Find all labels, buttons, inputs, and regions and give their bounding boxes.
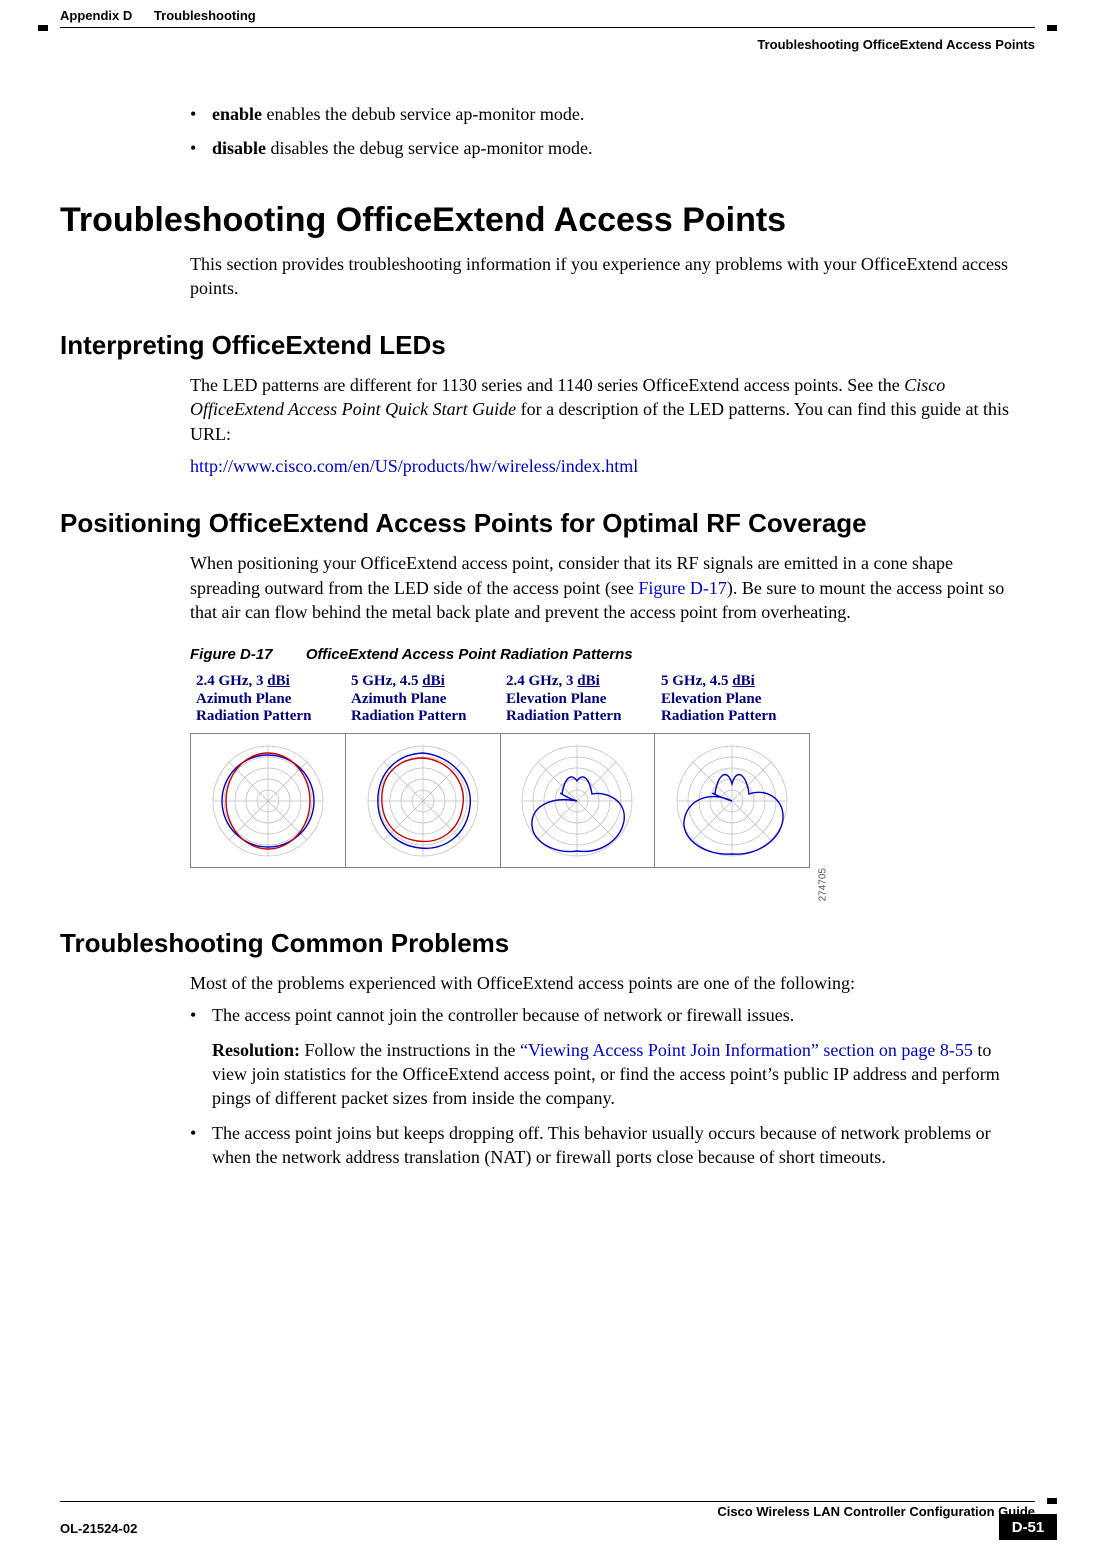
polar-chart-icon	[667, 736, 797, 866]
footer-rule	[60, 1501, 1035, 1502]
header-appendix: Appendix D Troubleshooting	[60, 8, 1035, 23]
appendix-label: Appendix D	[60, 8, 132, 23]
figure-column-header: 5 GHz, 4.5 dBi Azimuth Plane Radiation P…	[345, 669, 500, 733]
external-url-link[interactable]: http://www.cisco.com/en/US/products/hw/w…	[190, 456, 638, 476]
h2a-body: The LED patterns are different for 1130 …	[190, 373, 1015, 478]
section-heading-h2: Troubleshooting Common Problems	[60, 928, 1035, 959]
h2c-body: Most of the problems experienced with Of…	[190, 971, 1015, 1169]
text-underline: dBi	[267, 673, 290, 689]
polar-chart-icon	[358, 736, 488, 866]
text: Follow the instructions in the	[300, 1040, 520, 1060]
text: The LED patterns are different for 1130 …	[190, 375, 904, 395]
text: 5 GHz, 4.5	[351, 673, 422, 689]
running-head: Troubleshooting OfficeExtend Access Poin…	[60, 37, 1035, 52]
list-item: The access point joins but keeps droppin…	[190, 1121, 1015, 1170]
term: enable	[212, 104, 262, 124]
url-line: http://www.cisco.com/en/US/products/hw/w…	[190, 454, 1015, 478]
text-underline: dBi	[732, 673, 755, 689]
h2b-body: When positioning your OfficeExtend acces…	[190, 551, 1015, 868]
paragraph: The LED patterns are different for 1130 …	[190, 373, 1015, 446]
text: Elevation Plane	[661, 691, 761, 707]
list-item: disable disables the debug service ap-mo…	[190, 136, 1015, 160]
figure-header-row: 2.4 GHz, 3 dBi Azimuth Plane Radiation P…	[190, 669, 810, 733]
header-mark-right	[1047, 25, 1057, 31]
text: Radiation Pattern	[661, 708, 776, 724]
figure-plot-row: 274705	[190, 733, 810, 868]
list-item: enable enables the debub service ap-moni…	[190, 102, 1015, 126]
section-heading-h2: Interpreting OfficeExtend LEDs	[60, 330, 1035, 361]
figure-label: Figure D-17	[190, 646, 273, 663]
polar-plot-elevation-5ghz	[655, 733, 810, 868]
polar-chart-icon	[203, 736, 333, 866]
term: disable	[212, 138, 266, 158]
paragraph: This section provides troubleshooting in…	[190, 252, 1015, 301]
figure-radiation-patterns: 2.4 GHz, 3 dBi Azimuth Plane Radiation P…	[190, 669, 810, 868]
intro-bullet-list: enable enables the debub service ap-moni…	[190, 102, 1015, 161]
text: 2.4 GHz, 3	[196, 673, 267, 689]
polar-plot-elevation-24ghz	[501, 733, 656, 868]
text: Radiation Pattern	[506, 708, 621, 724]
text: Elevation Plane	[506, 691, 606, 707]
figure-crossref-link[interactable]: Figure D-17	[638, 578, 727, 598]
section-heading-h2: Positioning OfficeExtend Access Points f…	[60, 508, 1035, 539]
page-header: Appendix D Troubleshooting Troubleshooti…	[60, 0, 1035, 52]
polar-plot-azimuth-24ghz	[190, 733, 346, 868]
section-crossref-link[interactable]: “Viewing Access Point Join Information” …	[520, 1040, 973, 1060]
term-rest: disables the debug service ap-monitor mo…	[266, 138, 592, 158]
resolution-label: Resolution:	[212, 1040, 300, 1060]
term-rest: enables the debub service ap-monitor mod…	[262, 104, 584, 124]
text: The access point joins but keeps droppin…	[212, 1123, 991, 1167]
problem-list: The access point cannot join the control…	[190, 1003, 1015, 1169]
footer-doc-number: OL-21524-02	[60, 1521, 137, 1536]
header-mark-left	[38, 25, 48, 31]
paragraph: Most of the problems experienced with Of…	[190, 971, 1015, 995]
text: 5 GHz, 4.5	[661, 673, 732, 689]
footer-book-title: Cisco Wireless LAN Controller Configurat…	[60, 1504, 1035, 1519]
text: 2.4 GHz, 3	[506, 673, 577, 689]
section-heading-h1: Troubleshooting OfficeExtend Access Poin…	[60, 201, 1035, 240]
header-rule	[60, 27, 1035, 33]
figure-column-header: 2.4 GHz, 3 dBi Azimuth Plane Radiation P…	[190, 669, 345, 733]
text: The access point cannot join the control…	[212, 1005, 794, 1025]
paragraph: When positioning your OfficeExtend acces…	[190, 551, 1015, 624]
text-underline: dBi	[577, 673, 600, 689]
appendix-title: Troubleshooting	[154, 8, 256, 23]
text: Radiation Pattern	[196, 708, 311, 724]
intro-bullets-container: enable enables the debub service ap-moni…	[190, 102, 1015, 161]
page: Appendix D Troubleshooting Troubleshooti…	[0, 0, 1095, 1548]
page-footer: Cisco Wireless LAN Controller Configurat…	[60, 1501, 1035, 1536]
figure-title: OfficeExtend Access Point Radiation Patt…	[306, 646, 633, 663]
polar-plot-azimuth-5ghz	[346, 733, 501, 868]
resolution-paragraph: Resolution: Follow the instructions in t…	[212, 1038, 1015, 1111]
h1-body: This section provides troubleshooting in…	[190, 252, 1015, 301]
text: Azimuth Plane	[351, 691, 446, 707]
footer-mark	[1047, 1498, 1057, 1504]
text: Azimuth Plane	[196, 691, 291, 707]
figure-column-header: 2.4 GHz, 3 dBi Elevation Plane Radiation…	[500, 669, 655, 733]
figure-id-label: 274705	[817, 868, 828, 901]
list-item: The access point cannot join the control…	[190, 1003, 1015, 1110]
text: Radiation Pattern	[351, 708, 466, 724]
figure-caption: Figure D-17 OfficeExtend Access Point Ra…	[190, 646, 1015, 663]
polar-chart-icon	[512, 736, 642, 866]
text-underline: dBi	[422, 673, 445, 689]
figure-column-header: 5 GHz, 4.5 dBi Elevation Plane Radiation…	[655, 669, 810, 733]
page-number-badge: D-51	[999, 1514, 1057, 1540]
